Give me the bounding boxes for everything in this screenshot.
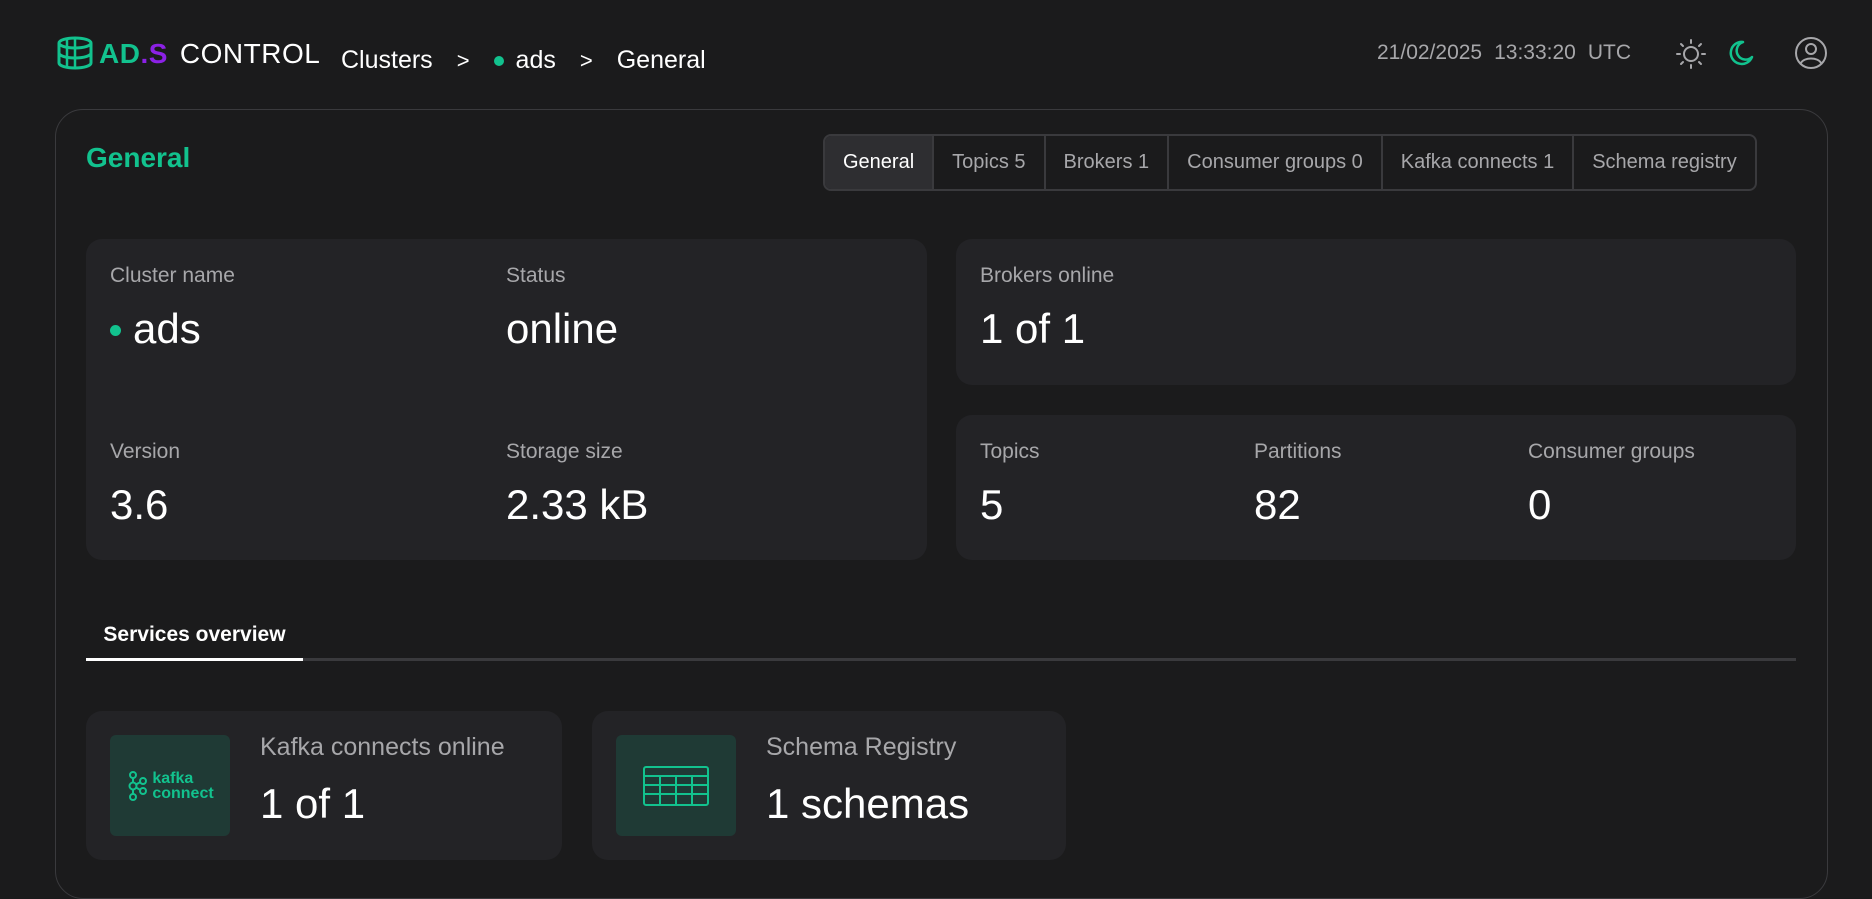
status-value: online (506, 305, 619, 352)
database-logo-icon (57, 36, 93, 70)
top-header: AD.S CONTROL Clusters > ads > General 21… (0, 0, 1872, 105)
partitions-value: 82 (1254, 481, 1301, 528)
services-tab-active-indicator (86, 658, 303, 661)
cluster-name-value: ads (133, 305, 201, 352)
topics-value: 5 (980, 481, 1004, 528)
kafka-connect-icon (128, 770, 148, 801)
logo-dot-text: . (140, 38, 149, 69)
date-text: 21/02/2025 (1377, 41, 1483, 64)
sun-icon[interactable] (1676, 39, 1706, 69)
services-overview-tab[interactable]: Services overview (86, 622, 303, 662)
topics-label: Topics (980, 440, 1040, 463)
breadcrumb-separator: > (579, 47, 593, 73)
logo-control-text: CONTROL (179, 38, 321, 69)
consumer-groups-label: Consumer groups (1528, 440, 1695, 463)
logo-s-text: S (148, 38, 168, 69)
kafka-logo-text-2: connect (152, 784, 214, 802)
page-title: General (86, 142, 191, 173)
schema-registry-value: 1 schemas (766, 780, 970, 827)
timezone-text: UTC (1587, 41, 1632, 64)
kafka-connects-value: 1 of 1 (260, 780, 366, 827)
brokers-online-value: 1 of 1 (980, 305, 1086, 352)
table-grid-icon (643, 765, 709, 806)
schema-registry-label: Schema Registry (766, 733, 957, 761)
kafka-connect-logo: kafka connect (110, 735, 230, 836)
cluster-online-dot (110, 325, 121, 336)
storage-size-label: Storage size (506, 440, 623, 463)
partitions-label: Partitions (1254, 440, 1342, 463)
datetime-display: 21/02/2025 13:33:20 UTC (1377, 41, 1631, 65)
breadcrumb-current-page: General (616, 46, 706, 74)
cluster-tabs: General Topics 5 Brokers 1 Consumer grou… (823, 134, 1757, 191)
storage-size-value: 2.33 kB (506, 481, 649, 528)
cluster-name-label: Cluster name (110, 264, 235, 287)
logo-ad-text: AD (99, 38, 141, 69)
tab-schema-registry[interactable]: Schema registry (1572, 136, 1755, 189)
app-logo[interactable]: AD.S CONTROL (55, 34, 320, 74)
tab-topics[interactable]: Topics 5 (932, 136, 1043, 189)
tab-consumer-groups[interactable]: Consumer groups 0 (1167, 136, 1381, 189)
cluster-status-dot (493, 55, 504, 66)
breadcrumb-cluster-label: ads (515, 46, 556, 74)
tab-brokers[interactable]: Brokers 1 (1043, 136, 1168, 189)
user-avatar-icon[interactable] (1794, 36, 1828, 70)
breadcrumb-clusters-link[interactable]: Clusters (341, 46, 433, 75)
breadcrumb-separator: > (456, 47, 470, 73)
status-label: Status (506, 264, 566, 287)
cluster-stats-card (956, 415, 1796, 560)
tab-kafka-connects[interactable]: Kafka connects 1 (1380, 136, 1572, 189)
time-text: 13:33:20 (1494, 41, 1576, 64)
breadcrumb-cluster-link[interactable]: ads (493, 46, 556, 75)
version-value: 3.6 (110, 481, 169, 528)
moon-icon[interactable] (1725, 38, 1755, 68)
services-tab-divider (86, 658, 1796, 661)
kafka-connects-label: Kafka connects online (260, 733, 505, 761)
schema-registry-logo (616, 735, 736, 836)
kafka-logo-text-1: kafka (152, 769, 194, 787)
brokers-online-label: Brokers online (980, 264, 1115, 287)
breadcrumb: Clusters > ads > General (341, 46, 706, 75)
tab-general[interactable]: General (825, 136, 933, 189)
consumer-groups-value: 0 (1528, 481, 1552, 528)
version-label: Version (110, 440, 181, 463)
